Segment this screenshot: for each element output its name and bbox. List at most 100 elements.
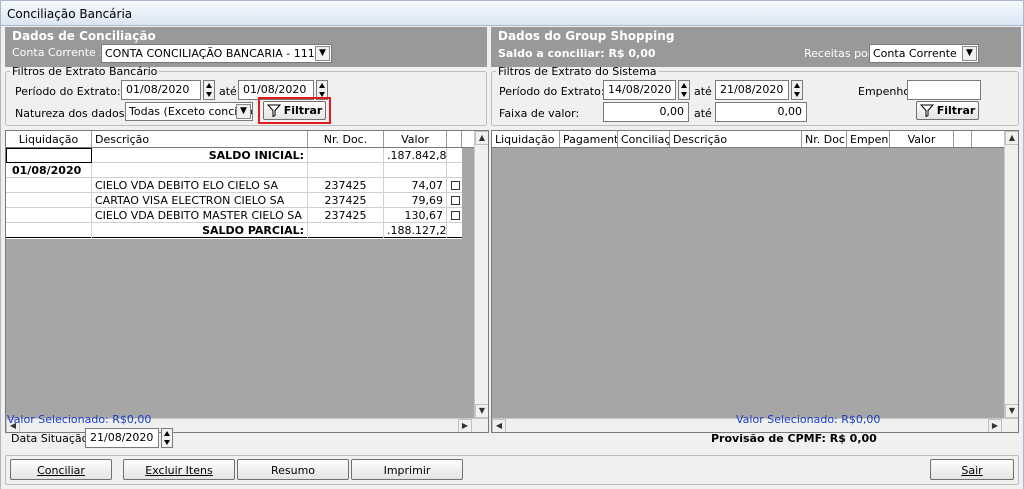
right-filter-label: Filtrar — [936, 104, 976, 117]
excluir-itens-label: Excluir Itens — [145, 464, 213, 477]
column-header-conciliacao[interactable]: Conciliaçã — [618, 131, 670, 147]
value-range-from-input[interactable]: 0,00 — [603, 102, 689, 122]
imprimir-label: Imprimir — [383, 464, 431, 477]
cell-valor — [384, 163, 447, 178]
nature-select-value: Todas (Exceto conciliad — [129, 105, 253, 118]
column-header-descricao[interactable]: Descrição — [670, 131, 802, 147]
scroll-right-icon[interactable]: ▶ — [988, 419, 1002, 432]
cell-nr-doc — [308, 148, 384, 163]
left-period-until-label: até — [219, 85, 237, 98]
value-range-to-input[interactable]: 0,00 — [715, 102, 807, 122]
cell-liquidacao: 01/08/2020 — [6, 163, 92, 178]
cell-descricao — [92, 163, 308, 178]
column-header-valor[interactable]: Valor — [384, 131, 447, 147]
scroll-right-icon[interactable]: ▶ — [458, 419, 472, 432]
value-range-until-label: até — [694, 107, 712, 120]
system-header-title: Dados do Group Shopping — [498, 29, 675, 43]
left-vertical-scrollbar[interactable]: ▲ ▼ — [474, 131, 488, 418]
left-period-label: Período do Extrato: — [15, 85, 121, 98]
right-period-until-label: até — [694, 85, 712, 98]
right-period-to-input[interactable]: 21/08/2020 — [715, 80, 789, 100]
empenho-input[interactable] — [907, 80, 981, 100]
column-header-descricao[interactable]: Descrição — [92, 131, 308, 147]
table-row[interactable]: SALDO INICIAL: .187.842,80 — [6, 148, 462, 163]
column-header-valor[interactable]: Valor — [890, 131, 954, 147]
table-row[interactable]: 01/08/2020 — [6, 163, 462, 178]
funnel-icon — [919, 104, 934, 117]
cell-liquidacao — [6, 223, 92, 238]
nature-label: Natureza dos dados: — [15, 107, 129, 120]
column-header-check — [447, 131, 462, 147]
situation-date-spinner[interactable] — [161, 428, 173, 448]
system-statement-filters-title: Filtros de Extrato do Sistema — [498, 65, 657, 78]
right-period-from-spinner[interactable] — [678, 80, 690, 100]
conciliar-button[interactable]: Conciliar — [10, 459, 112, 480]
cell-descricao: CIELO VDA DEBITO ELO CIELO SA — [92, 178, 308, 193]
account-select-value: CONTA CONCILIAÇÃO BANCARIA - 11111 — [105, 47, 329, 60]
right-vertical-scrollbar[interactable]: ▲ ▼ — [1004, 131, 1018, 418]
column-header-nr-doc[interactable]: Nr. Doc. — [802, 131, 847, 147]
left-filter-button[interactable]: Filtrar — [263, 101, 326, 120]
right-filter-button[interactable]: Filtrar — [916, 101, 979, 120]
account-label: Conta Corrente : — [12, 46, 103, 59]
excluir-itens-button[interactable]: Excluir Itens — [123, 459, 235, 480]
cell-valor: .187.842,80 — [384, 148, 447, 163]
revenue-by-select-value: Conta Corrente — [873, 47, 957, 60]
table-row[interactable]: CIELO VDA DEBITO ELO CIELO SA 237425 74,… — [6, 178, 462, 193]
cell-liquidacao — [6, 208, 92, 223]
chevron-down-icon[interactable]: ▼ — [236, 104, 251, 119]
column-header-nr-doc[interactable]: Nr. Doc. — [308, 131, 384, 147]
cell-nr-doc: 237425 — [308, 208, 384, 223]
left-period-from-input[interactable]: 01/08/2020 — [121, 80, 201, 100]
funnel-icon — [266, 104, 281, 117]
right-period-from-input[interactable]: 14/08/2020 — [603, 80, 676, 100]
column-header-liquidacao[interactable]: Liquidação — [492, 131, 560, 147]
cell-descricao: CARTAO VISA ELECTRON CIELO SA — [92, 193, 308, 208]
conciliar-label: Conciliar — [37, 464, 85, 477]
scroll-down-icon[interactable]: ▼ — [475, 404, 488, 418]
system-grid-header: Liquidação Pagament Conciliaçã Descrição… — [492, 131, 1006, 148]
column-header-pagamento[interactable]: Pagament — [560, 131, 618, 147]
scroll-left-icon[interactable]: ◀ — [492, 419, 506, 432]
column-header-extra — [954, 131, 972, 147]
scroll-up-icon[interactable]: ▲ — [475, 131, 488, 145]
cell-valor: 130,67 — [384, 208, 447, 223]
scroll-up-icon[interactable]: ▲ — [1005, 131, 1018, 145]
column-header-liquidacao[interactable]: Liquidação — [6, 131, 92, 147]
row-checkbox[interactable] — [451, 181, 460, 190]
column-header-empenho[interactable]: Empenh — [847, 131, 890, 147]
imprimir-button[interactable]: Imprimir — [351, 459, 463, 480]
revenue-by-select[interactable]: Conta Corrente ▼ — [869, 44, 979, 63]
system-statement-grid: Liquidação Pagament Conciliaçã Descrição… — [491, 130, 1019, 433]
left-period-from-spinner[interactable] — [203, 80, 215, 100]
row-checkbox[interactable] — [451, 196, 460, 205]
table-row[interactable]: CARTAO VISA ELECTRON CIELO SA 237425 79,… — [6, 193, 462, 208]
left-filter-label: Filtrar — [283, 104, 323, 117]
chevron-down-icon[interactable]: ▼ — [962, 46, 977, 61]
cell-liquidacao — [6, 193, 92, 208]
right-period-label: Período do Extrato: — [499, 85, 605, 98]
revenue-by-label: Receitas por — [804, 47, 873, 60]
cell-nr-doc: 237425 — [308, 178, 384, 193]
cell-liquidacao — [6, 148, 92, 163]
cell-nr-doc — [308, 163, 384, 178]
sair-button[interactable]: Sair — [930, 459, 1014, 480]
table-row[interactable]: SALDO PARCIAL: .188.127,23 — [6, 223, 462, 238]
bank-statement-grid: Liquidação Descrição Nr. Doc. Valor SALD… — [5, 130, 489, 433]
empenho-label: Empenho: — [858, 85, 914, 98]
balance-to-reconcile: Saldo a conciliar: R$ 0,00 — [498, 47, 656, 60]
nature-select[interactable]: Todas (Exceto conciliad ▼ — [125, 102, 253, 121]
account-select[interactable]: CONTA CONCILIAÇÃO BANCARIA - 11111 ▼ — [101, 44, 332, 63]
resumo-button[interactable]: Resumo — [237, 459, 349, 480]
cell-valor: 79,69 — [384, 193, 447, 208]
scroll-down-icon[interactable]: ▼ — [1005, 404, 1018, 418]
table-row[interactable]: CIELO VDA DEBITO MASTER CIELO SA 237425 … — [6, 208, 462, 223]
row-checkbox[interactable] — [451, 211, 460, 220]
cell-liquidacao — [6, 178, 92, 193]
window-title-bar: Conciliação Bancária — [0, 0, 1024, 26]
right-period-to-spinner[interactable] — [791, 80, 803, 100]
situation-date-input[interactable]: 21/08/2020 — [85, 428, 159, 448]
bank-grid-rows: SALDO INICIAL: .187.842,80 01/08/2020 CI… — [6, 148, 462, 239]
cell-valor: .188.127,23 — [384, 223, 447, 238]
chevron-down-icon[interactable]: ▼ — [315, 46, 330, 61]
